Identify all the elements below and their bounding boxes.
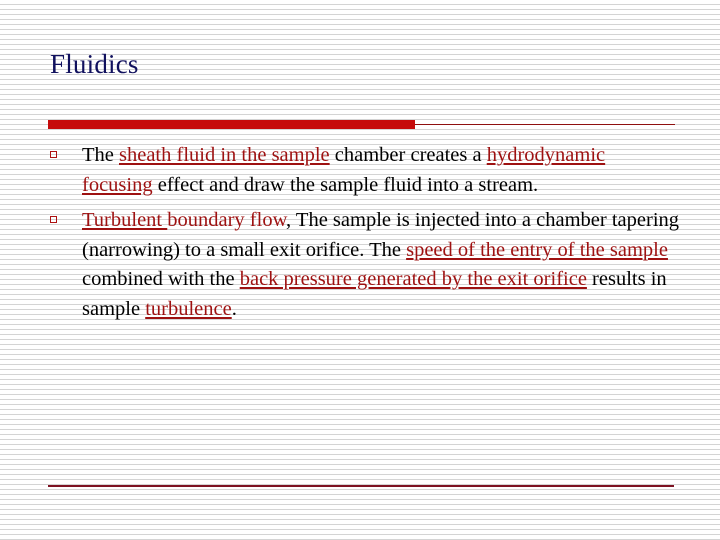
bullet-square-icon bbox=[50, 206, 82, 223]
body-text-run: chamber creates a bbox=[329, 144, 487, 166]
bullet-2-text: Turbulent boundary flow, The sample is i… bbox=[82, 206, 680, 324]
bullet-square-icon bbox=[50, 141, 82, 158]
presentation-slide: Fluidics The sheath fluid in the sample … bbox=[0, 0, 720, 540]
list-item: Turbulent boundary flow, The sample is i… bbox=[50, 206, 680, 324]
slide-title: Fluidics bbox=[50, 49, 139, 79]
footer-rule bbox=[48, 485, 674, 487]
hyperlink-text[interactable]: back pressure generated by the exit orif… bbox=[240, 268, 587, 290]
body-text-run: The bbox=[82, 144, 119, 166]
hyperlink-text[interactable]: turbulence bbox=[145, 298, 232, 320]
divider-thick-bar bbox=[48, 120, 415, 129]
bullet-1-text: The sheath fluid in the sample chamber c… bbox=[82, 141, 680, 200]
list-item: The sheath fluid in the sample chamber c… bbox=[50, 141, 680, 200]
body-text-run: combined with the bbox=[82, 268, 240, 290]
body-text-run: effect and draw the sample fluid into a … bbox=[152, 173, 539, 196]
emphasis-text: boundary flow bbox=[167, 209, 287, 231]
title-divider bbox=[48, 120, 675, 130]
body-text-run: . bbox=[231, 297, 237, 320]
hyperlink-text[interactable]: speed of the entry of the sample bbox=[406, 239, 668, 261]
slide-body: The sheath fluid in the sample chamber c… bbox=[50, 141, 680, 330]
hyperlink-text[interactable]: Turbulent bbox=[82, 209, 167, 231]
hyperlink-text[interactable]: sheath fluid in the sample bbox=[119, 144, 330, 166]
